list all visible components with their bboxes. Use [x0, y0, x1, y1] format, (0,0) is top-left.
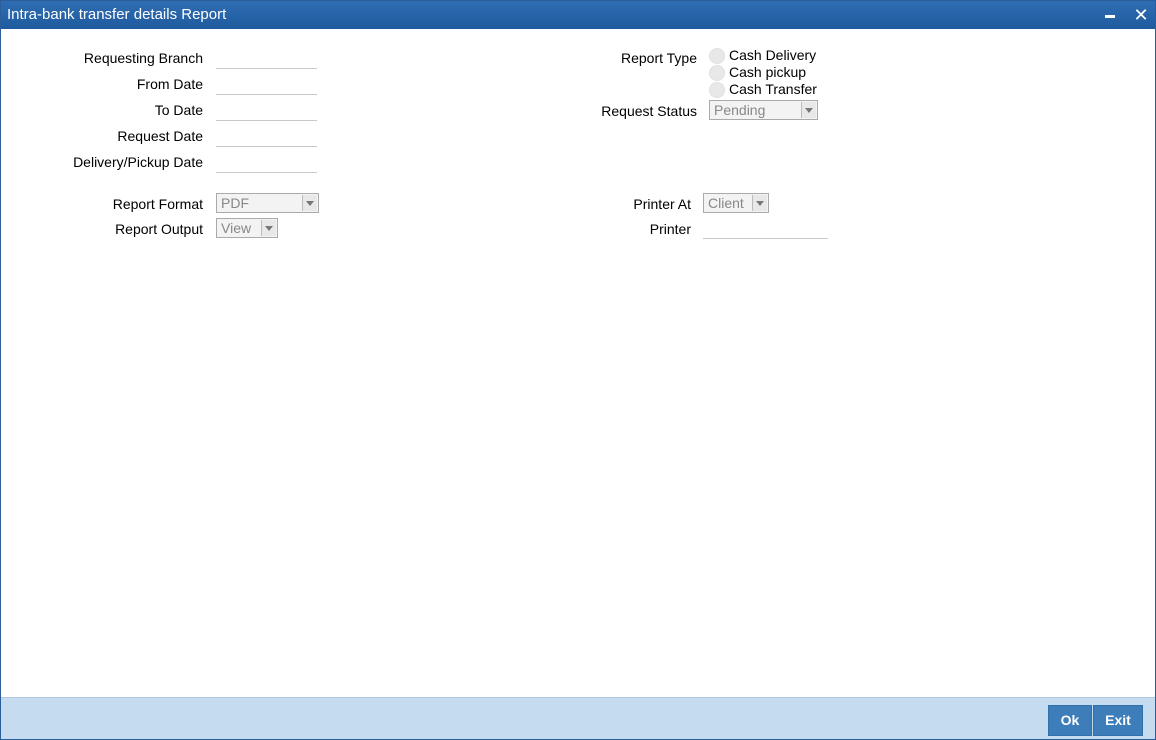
report-format-value: PDF: [221, 195, 249, 211]
chevron-down-icon: [261, 220, 276, 236]
requesting-branch-input[interactable]: [216, 46, 317, 69]
exit-button[interactable]: Exit: [1093, 705, 1143, 736]
minimize-icon: [1105, 15, 1115, 19]
delivery-pickup-date-label: Delivery/Pickup Date: [73, 154, 203, 170]
report-output-value: View: [221, 220, 252, 236]
radio-circle[interactable]: [709, 82, 725, 98]
footer-bar: Ok Exit: [1, 697, 1155, 739]
report-format-select[interactable]: PDF: [216, 193, 319, 213]
delivery-pickup-date-input[interactable]: [216, 150, 317, 173]
request-date-input[interactable]: [216, 124, 317, 147]
ok-button[interactable]: Ok: [1048, 705, 1092, 736]
requesting-branch-label: Requesting Branch: [83, 50, 203, 66]
chevron-down-icon: [302, 195, 317, 211]
radio-label: Cash pickup: [729, 64, 807, 80]
printer-at-label: Printer At: [633, 196, 691, 212]
printer-label: Printer: [649, 221, 691, 237]
request-status-select[interactable]: Pending: [709, 100, 818, 120]
report-window: Intra-bank transfer details Report ✕ Req…: [0, 0, 1156, 740]
to-date-input[interactable]: [216, 98, 317, 121]
printer-input[interactable]: [703, 216, 828, 239]
close-icon: ✕: [1133, 5, 1149, 25]
report-format-label: Report Format: [112, 196, 203, 212]
to-date-label: To Date: [154, 102, 203, 118]
from-date-label: From Date: [136, 76, 203, 92]
printer-at-value: Client: [708, 195, 744, 211]
report-type-label: Report Type: [620, 50, 697, 66]
from-date-input[interactable]: [216, 72, 317, 95]
radio-label: Cash Transfer: [729, 81, 817, 97]
request-date-label: Request Date: [117, 128, 203, 144]
request-status-label: Request Status: [601, 103, 697, 119]
report-output-label: Report Output: [115, 221, 203, 237]
window-title: Intra-bank transfer details Report: [7, 6, 227, 23]
minimize-button[interactable]: [1099, 5, 1121, 25]
title-bar: Intra-bank transfer details Report ✕: [1, 1, 1155, 29]
close-button[interactable]: ✕: [1130, 5, 1152, 25]
report-output-select[interactable]: View: [216, 218, 278, 238]
printer-at-select[interactable]: Client: [703, 193, 769, 213]
radio-circle[interactable]: [709, 48, 725, 64]
radio-circle[interactable]: [709, 65, 725, 81]
chevron-down-icon: [801, 102, 816, 118]
radio-label: Cash Delivery: [729, 47, 817, 63]
chevron-down-icon: [752, 195, 767, 211]
request-status-value: Pending: [714, 102, 766, 118]
